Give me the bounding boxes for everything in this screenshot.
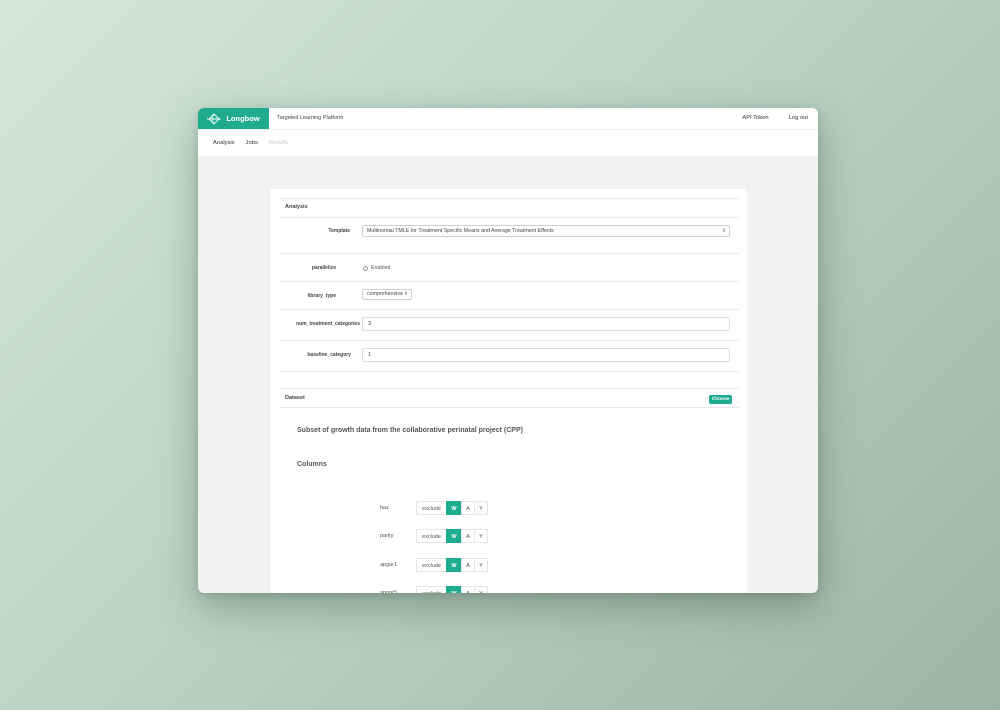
template-select[interactable]: Multinomial TMLE for Treatment Specific … bbox=[362, 225, 730, 237]
divider bbox=[280, 340, 739, 341]
dataset-description: Subset of growth data from the collabora… bbox=[297, 427, 523, 434]
column-row: apgar1 exclude W A Y bbox=[270, 558, 747, 572]
role-option-a[interactable]: A bbox=[461, 529, 475, 543]
baseline-category-label: baseline_category bbox=[307, 352, 351, 358]
column-role-toggle: excludeWAY bbox=[416, 558, 488, 572]
top-navbar: Longbow Targeted Learning Platform API T… bbox=[198, 108, 818, 129]
tab-jobs[interactable]: Jobs bbox=[246, 140, 258, 146]
select-arrows-icon: ⇕ bbox=[721, 228, 726, 234]
role-option-exclude[interactable]: exclude bbox=[416, 529, 447, 543]
api-token-link[interactable]: API Token bbox=[742, 108, 768, 129]
baseline-category-input[interactable]: 1 bbox=[362, 348, 730, 362]
tab-results: Results bbox=[268, 140, 289, 146]
select-arrows-icon: ⇕ bbox=[403, 291, 408, 297]
library-type-select[interactable]: comprehensive ⇕ bbox=[362, 289, 412, 300]
logout-link[interactable]: Log out bbox=[789, 108, 808, 129]
brand-logo[interactable]: Longbow bbox=[198, 108, 269, 129]
tab-analysis[interactable]: Analysis bbox=[213, 140, 235, 146]
divider bbox=[280, 407, 739, 408]
num-treatment-categories-label: num_treatment_categories bbox=[296, 321, 360, 327]
role-option-w[interactable]: W bbox=[446, 558, 462, 572]
library-type-value: comprehensive bbox=[367, 291, 403, 297]
baseline-category-value: 1 bbox=[368, 352, 372, 358]
column-name: apgar5 bbox=[380, 590, 398, 593]
column-role-toggle: excludeWAY bbox=[416, 501, 488, 515]
role-option-w[interactable]: W bbox=[446, 529, 462, 543]
column-name: parity bbox=[380, 533, 394, 539]
column-name: haz bbox=[380, 505, 389, 511]
role-option-w[interactable]: W bbox=[446, 586, 462, 593]
column-row: parity exclude W A Y bbox=[270, 529, 747, 543]
role-option-exclude[interactable]: exclude bbox=[416, 558, 447, 572]
choose-dataset-button[interactable]: Choose bbox=[709, 395, 732, 404]
brand-name: Longbow bbox=[226, 114, 260, 123]
divider bbox=[280, 388, 739, 389]
template-label: Template bbox=[328, 228, 350, 234]
library-type-label: library_type bbox=[307, 293, 336, 299]
template-select-value: Multinomial TMLE for Treatment Specific … bbox=[367, 228, 554, 234]
divider bbox=[280, 217, 739, 218]
column-name: apgar1 bbox=[380, 562, 398, 568]
role-option-exclude[interactable]: exclude bbox=[416, 501, 447, 515]
divider bbox=[280, 281, 739, 282]
divider bbox=[280, 253, 739, 254]
role-option-a[interactable]: A bbox=[461, 558, 475, 572]
sub-navigation: Analysis Jobs Results bbox=[198, 129, 818, 156]
analysis-section-title: Analysis bbox=[285, 204, 308, 210]
role-option-exclude[interactable]: exclude bbox=[416, 586, 447, 593]
divider bbox=[280, 371, 739, 372]
role-option-w[interactable]: W bbox=[446, 501, 462, 515]
parallelize-enabled-label: Enabled bbox=[371, 265, 391, 271]
longbow-logo-icon bbox=[207, 112, 222, 125]
role-option-y[interactable]: Y bbox=[474, 586, 488, 593]
columns-title: Columns bbox=[297, 461, 327, 468]
column-role-toggle: excludeWAY bbox=[416, 529, 488, 543]
role-option-a[interactable]: A bbox=[461, 501, 475, 515]
num-treatment-categories-value: 3 bbox=[368, 321, 372, 327]
divider bbox=[280, 309, 739, 310]
column-row: haz exclude W A Y bbox=[270, 501, 747, 515]
parallelize-label: parallelize bbox=[311, 265, 336, 271]
parallelize-enabled-radio[interactable] bbox=[363, 266, 368, 271]
column-row: apgar5 excludeWAY bbox=[270, 586, 747, 593]
divider bbox=[280, 198, 739, 199]
role-option-a[interactable]: A bbox=[461, 586, 475, 593]
platform-title: Targeted Learning Platform bbox=[277, 115, 344, 121]
column-role-toggle: excludeWAY bbox=[416, 586, 488, 593]
num-treatment-categories-input[interactable]: 3 bbox=[362, 317, 730, 331]
app-window: Longbow Targeted Learning Platform API T… bbox=[198, 108, 818, 593]
dataset-section-title: Dataset bbox=[285, 395, 305, 401]
analysis-card: Analysis Template Multinomial TMLE for T… bbox=[270, 189, 747, 593]
role-option-y[interactable]: Y bbox=[474, 501, 488, 515]
role-option-y[interactable]: Y bbox=[474, 558, 488, 572]
role-option-y[interactable]: Y bbox=[474, 529, 488, 543]
